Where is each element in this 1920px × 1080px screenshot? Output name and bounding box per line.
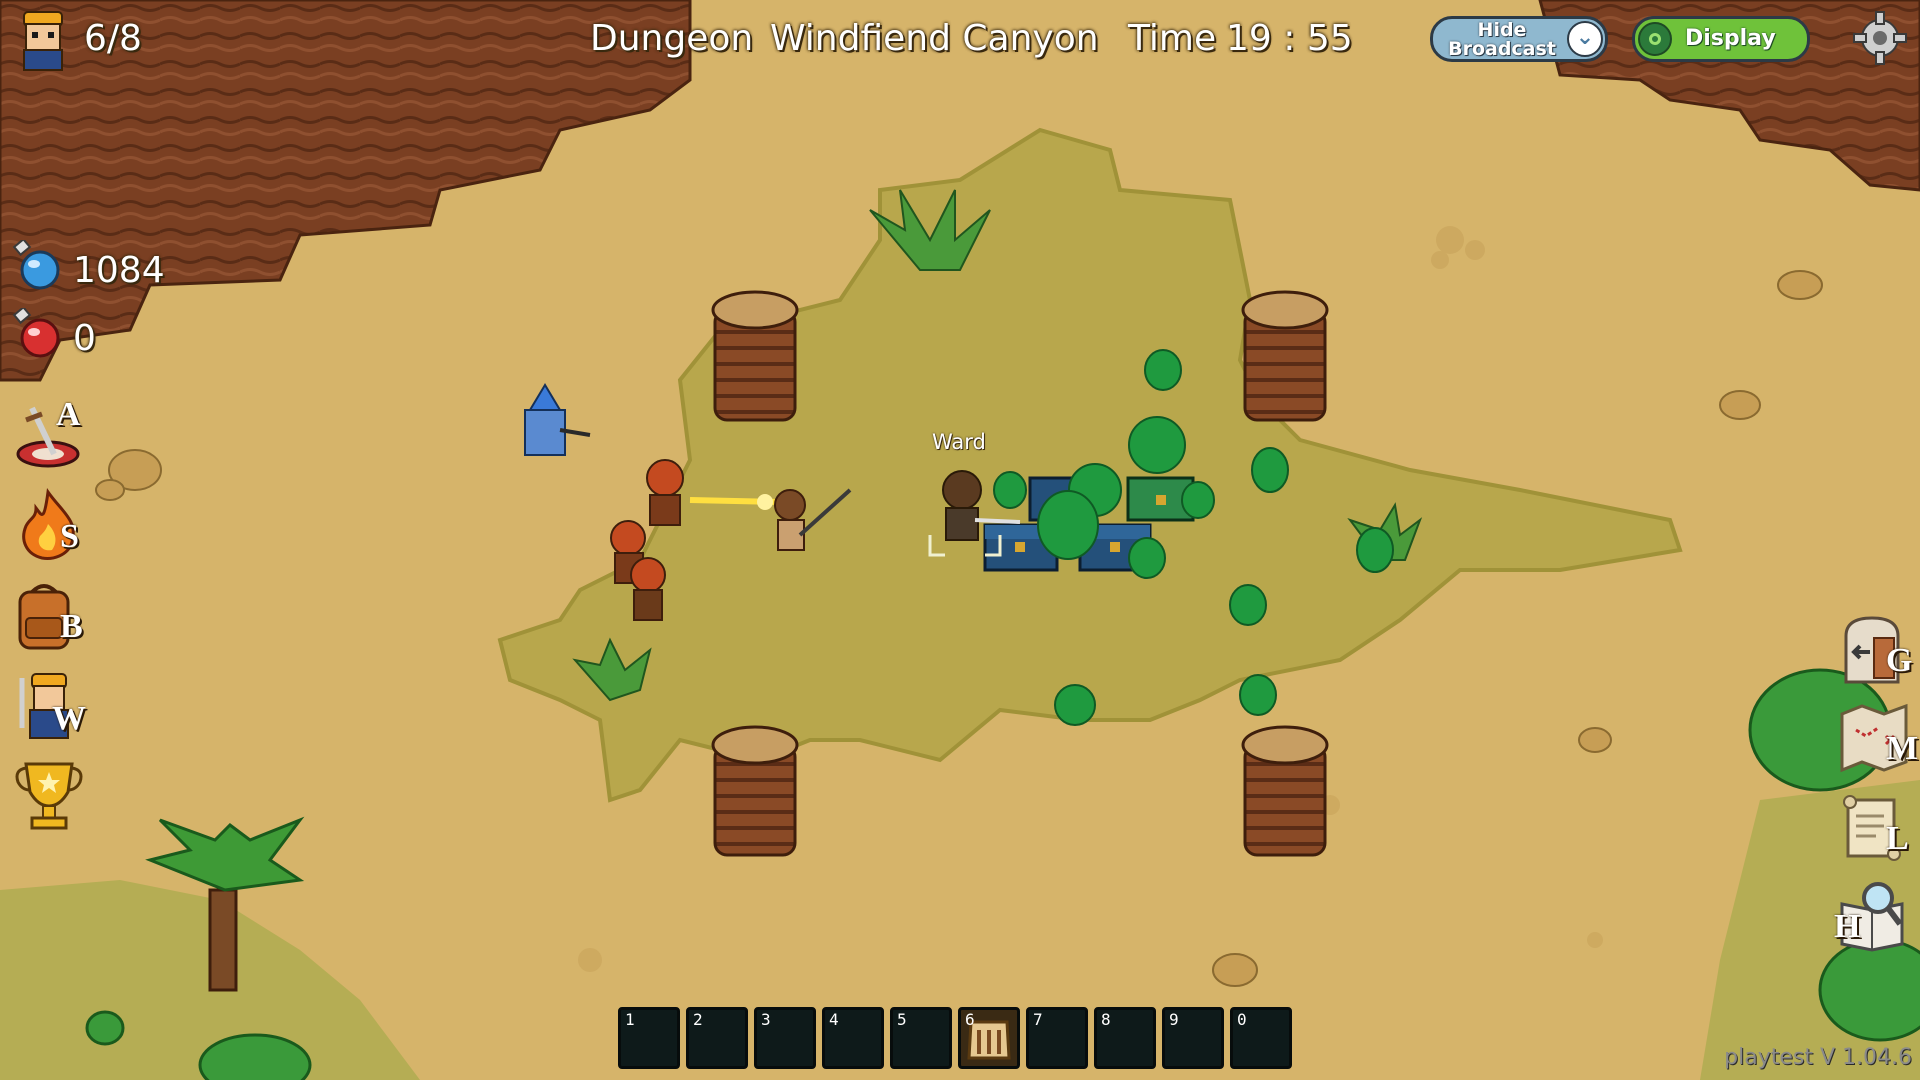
hero-menu-button[interactable]: W (12, 668, 88, 744)
key-hint-l: L (1886, 820, 1909, 857)
blue-potion-icon (12, 237, 64, 292)
chevron-down-icon: ⌄ (1567, 21, 1603, 57)
hotbar-slot-5[interactable]: 5 (890, 1007, 952, 1069)
party-icon (23, 11, 63, 71)
stump (711, 290, 799, 422)
display-toggle[interactable]: Display (1632, 16, 1810, 62)
hotbar-slot-6[interactable]: 6 (958, 1007, 1020, 1069)
stump (1241, 725, 1329, 857)
trophy-menu-button[interactable] (12, 758, 88, 834)
stump (711, 725, 799, 857)
party-count: 6/8 (84, 18, 142, 59)
hide-broadcast-button[interactable]: Hide Broadcast ⌄ (1430, 16, 1608, 62)
trophy-icon (15, 762, 83, 830)
time-value: 19 : 55 (1226, 18, 1353, 59)
key-hint-g: G (1886, 642, 1913, 679)
dungeon-name: Windfiend Canyon (770, 18, 1099, 59)
exit-dungeon-button[interactable]: G (1836, 612, 1912, 688)
hotbar-slot-2[interactable]: 2 (686, 1007, 748, 1069)
game-world[interactable] (0, 0, 1920, 1080)
attack-menu-button[interactable]: A (12, 396, 88, 474)
hotbar-slot-4[interactable]: 4 (822, 1007, 884, 1069)
character-nameplate: Ward (932, 430, 986, 454)
hotbar-slot-1[interactable]: 1 (618, 1007, 680, 1069)
party-avatar[interactable] (14, 8, 72, 72)
key-hint-b: B (60, 608, 83, 645)
hotbar-slot-3[interactable]: 3 (754, 1007, 816, 1069)
red-potion-count: 0 (73, 318, 96, 359)
map-button[interactable]: M (1836, 700, 1918, 776)
log-button[interactable]: L (1836, 790, 1912, 866)
hero-archer[interactable] (630, 557, 666, 621)
settings-gear-icon[interactable] (1852, 10, 1908, 66)
key-hint-s: S (60, 518, 79, 555)
hotbar-slot-8[interactable]: 8 (1094, 1007, 1156, 1069)
help-button[interactable]: H (1834, 878, 1912, 954)
blue-potion-count: 1084 (73, 250, 165, 291)
key-hint-h: H (1834, 908, 1861, 945)
key-hint-m: M (1886, 730, 1919, 767)
stump (1241, 290, 1329, 422)
hotbar-slot-0[interactable]: 0 (1230, 1007, 1292, 1069)
version-label: playtest V 1.04.6 (1724, 1045, 1912, 1070)
display-label: Display (1685, 26, 1776, 51)
skill-menu-button[interactable]: S (12, 487, 88, 564)
red-potion-icon (12, 305, 64, 360)
hotbar-slot-9[interactable]: 9 (1162, 1007, 1224, 1069)
hide-broadcast-label: Hide Broadcast (1448, 19, 1556, 60)
backpack-menu-button[interactable]: B (12, 578, 88, 654)
hotbar-slot-7[interactable]: 7 (1026, 1007, 1088, 1069)
key-hint-w: W (52, 700, 86, 737)
time-label: Time (1128, 18, 1217, 59)
dungeon-label: Dungeon (590, 18, 754, 59)
eye-icon (1638, 22, 1672, 56)
key-hint-a: A (56, 396, 81, 433)
